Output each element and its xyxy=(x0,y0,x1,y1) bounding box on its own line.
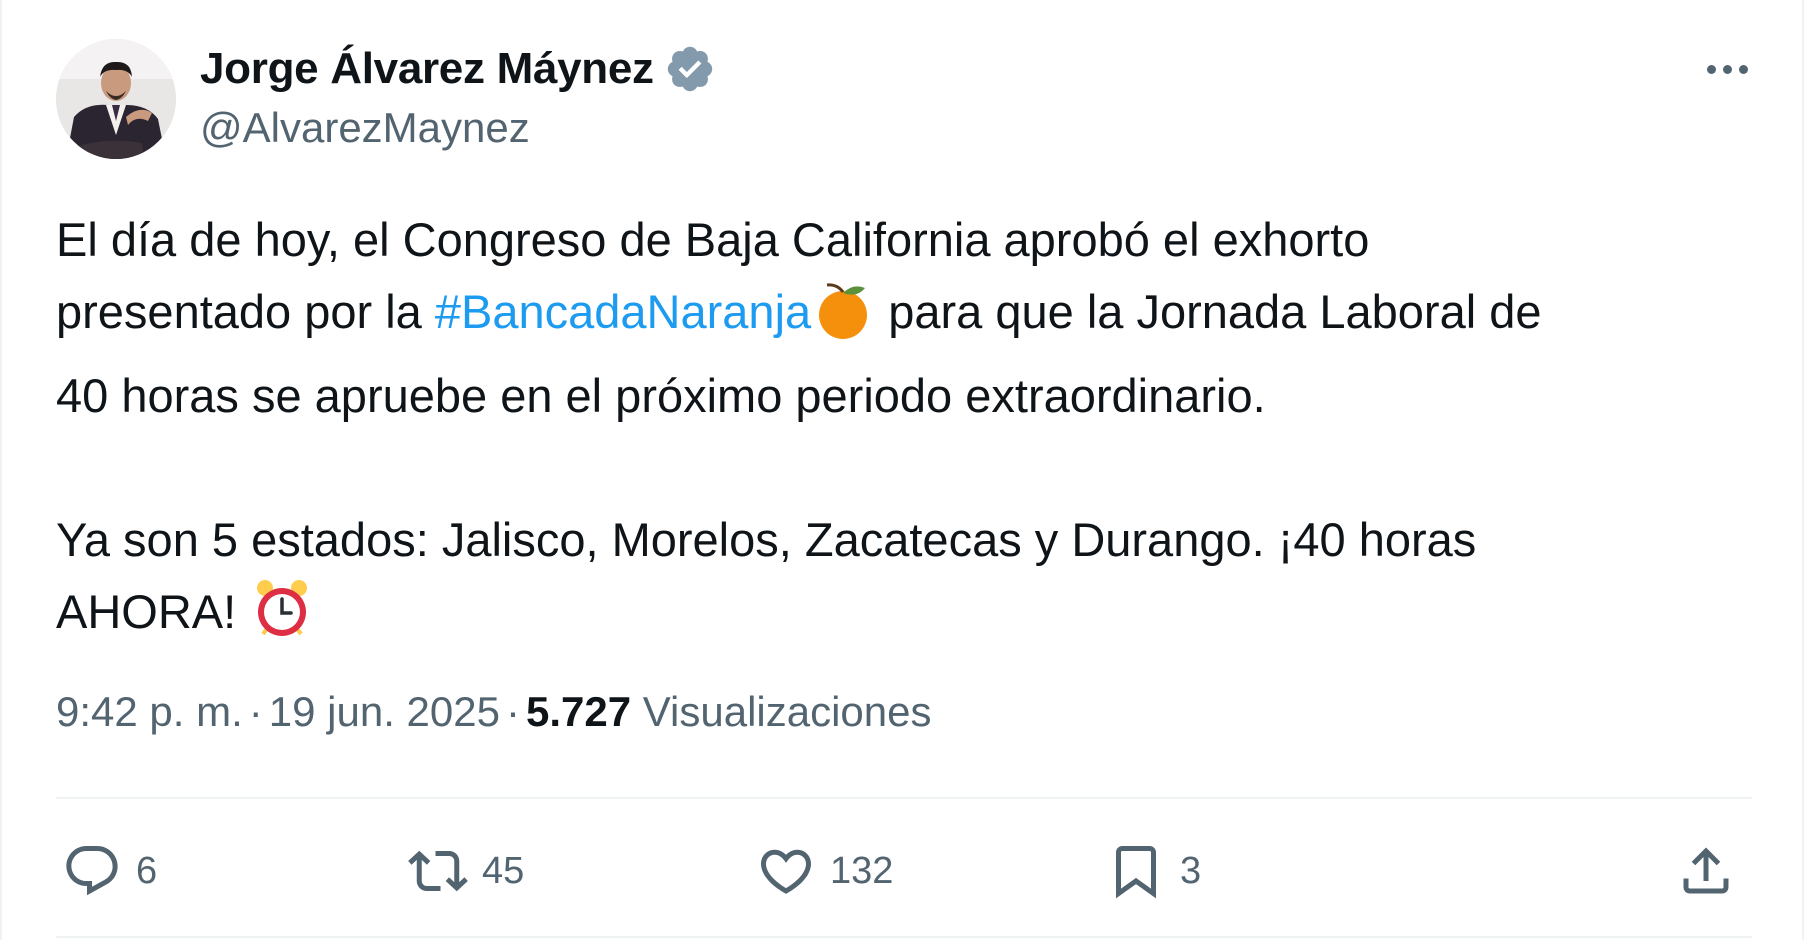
tweet-time[interactable]: 9:42 p. m. xyxy=(56,688,243,735)
repost-count: 45 xyxy=(482,849,525,892)
tweet-date[interactable]: 19 jun. 2025 xyxy=(269,688,500,735)
tweet-text-line: El día de hoy, el Congreso de Baja Calif… xyxy=(56,213,1370,266)
tweet-meta: 9:42 p. m. · 19 jun. 2025 · 5.727 Visualizac… xyxy=(56,688,932,736)
tweet-text-line: 40 horas se apruebe en el próximo period… xyxy=(56,369,1266,422)
avatar-image xyxy=(56,39,176,159)
avatar[interactable] xyxy=(56,39,176,159)
tangerine-emoji-icon xyxy=(815,282,871,360)
tweet-text: El día de hoy, el Congreso de Baja Calif… xyxy=(56,204,1756,660)
bookmark-count: 3 xyxy=(1180,849,1202,892)
more-dot-icon xyxy=(1706,64,1716,74)
more-options-button[interactable] xyxy=(1692,44,1762,94)
share-icon xyxy=(1683,847,1729,894)
views-count: 5.727 xyxy=(525,688,632,735)
author-name-row: Jorge Álvarez Máynez xyxy=(200,43,716,95)
bookmark-button[interactable]: 3 xyxy=(1106,836,1201,906)
meta-separator: · xyxy=(505,688,520,735)
like-button[interactable]: 132 xyxy=(756,836,893,906)
share-button[interactable] xyxy=(1676,836,1736,906)
repost-icon xyxy=(408,850,468,892)
author-display-name[interactable]: Jorge Álvarez Máynez xyxy=(200,44,654,94)
bookmark-icon xyxy=(1116,846,1156,899)
bottom-divider xyxy=(56,936,1752,938)
tweet-text-segment: AHORA! xyxy=(56,585,250,638)
tweet-text-segment: para que la Jornada Laboral de xyxy=(875,285,1542,338)
tweet-text-line: Ya son 5 estados: Jalisco, Morelos, Zaca… xyxy=(56,513,1477,566)
divider xyxy=(56,797,1752,799)
heart-icon xyxy=(760,849,812,894)
reply-icon xyxy=(66,846,118,896)
views-label: Visualizaciones xyxy=(642,688,932,735)
tweet-text-line: AHORA! xyxy=(56,580,315,638)
reply-count: 6 xyxy=(136,849,158,892)
more-dot-icon xyxy=(1722,64,1732,74)
repost-button[interactable]: 45 xyxy=(408,836,524,906)
like-count: 132 xyxy=(830,849,894,892)
action-bar: 6 45 132 3 xyxy=(56,836,1756,906)
tweet-text-segment: presentado por la xyxy=(56,285,435,338)
meta-separator: · xyxy=(248,688,263,735)
reply-button[interactable]: 6 xyxy=(62,836,157,906)
more-dot-icon xyxy=(1738,64,1748,74)
verified-badge-icon[interactable] xyxy=(664,43,716,95)
tweet-card: Jorge Álvarez Máynez @AlvarezMaynez El d… xyxy=(0,0,1804,940)
tweet-text-line: presentado por la #BancadaNaranja para q… xyxy=(56,283,1542,339)
alarm-clock-emoji-icon xyxy=(253,578,311,660)
hashtag-link[interactable]: #BancadaNaranja xyxy=(435,285,811,338)
author-handle[interactable]: @AlvarezMaynez xyxy=(200,104,530,152)
